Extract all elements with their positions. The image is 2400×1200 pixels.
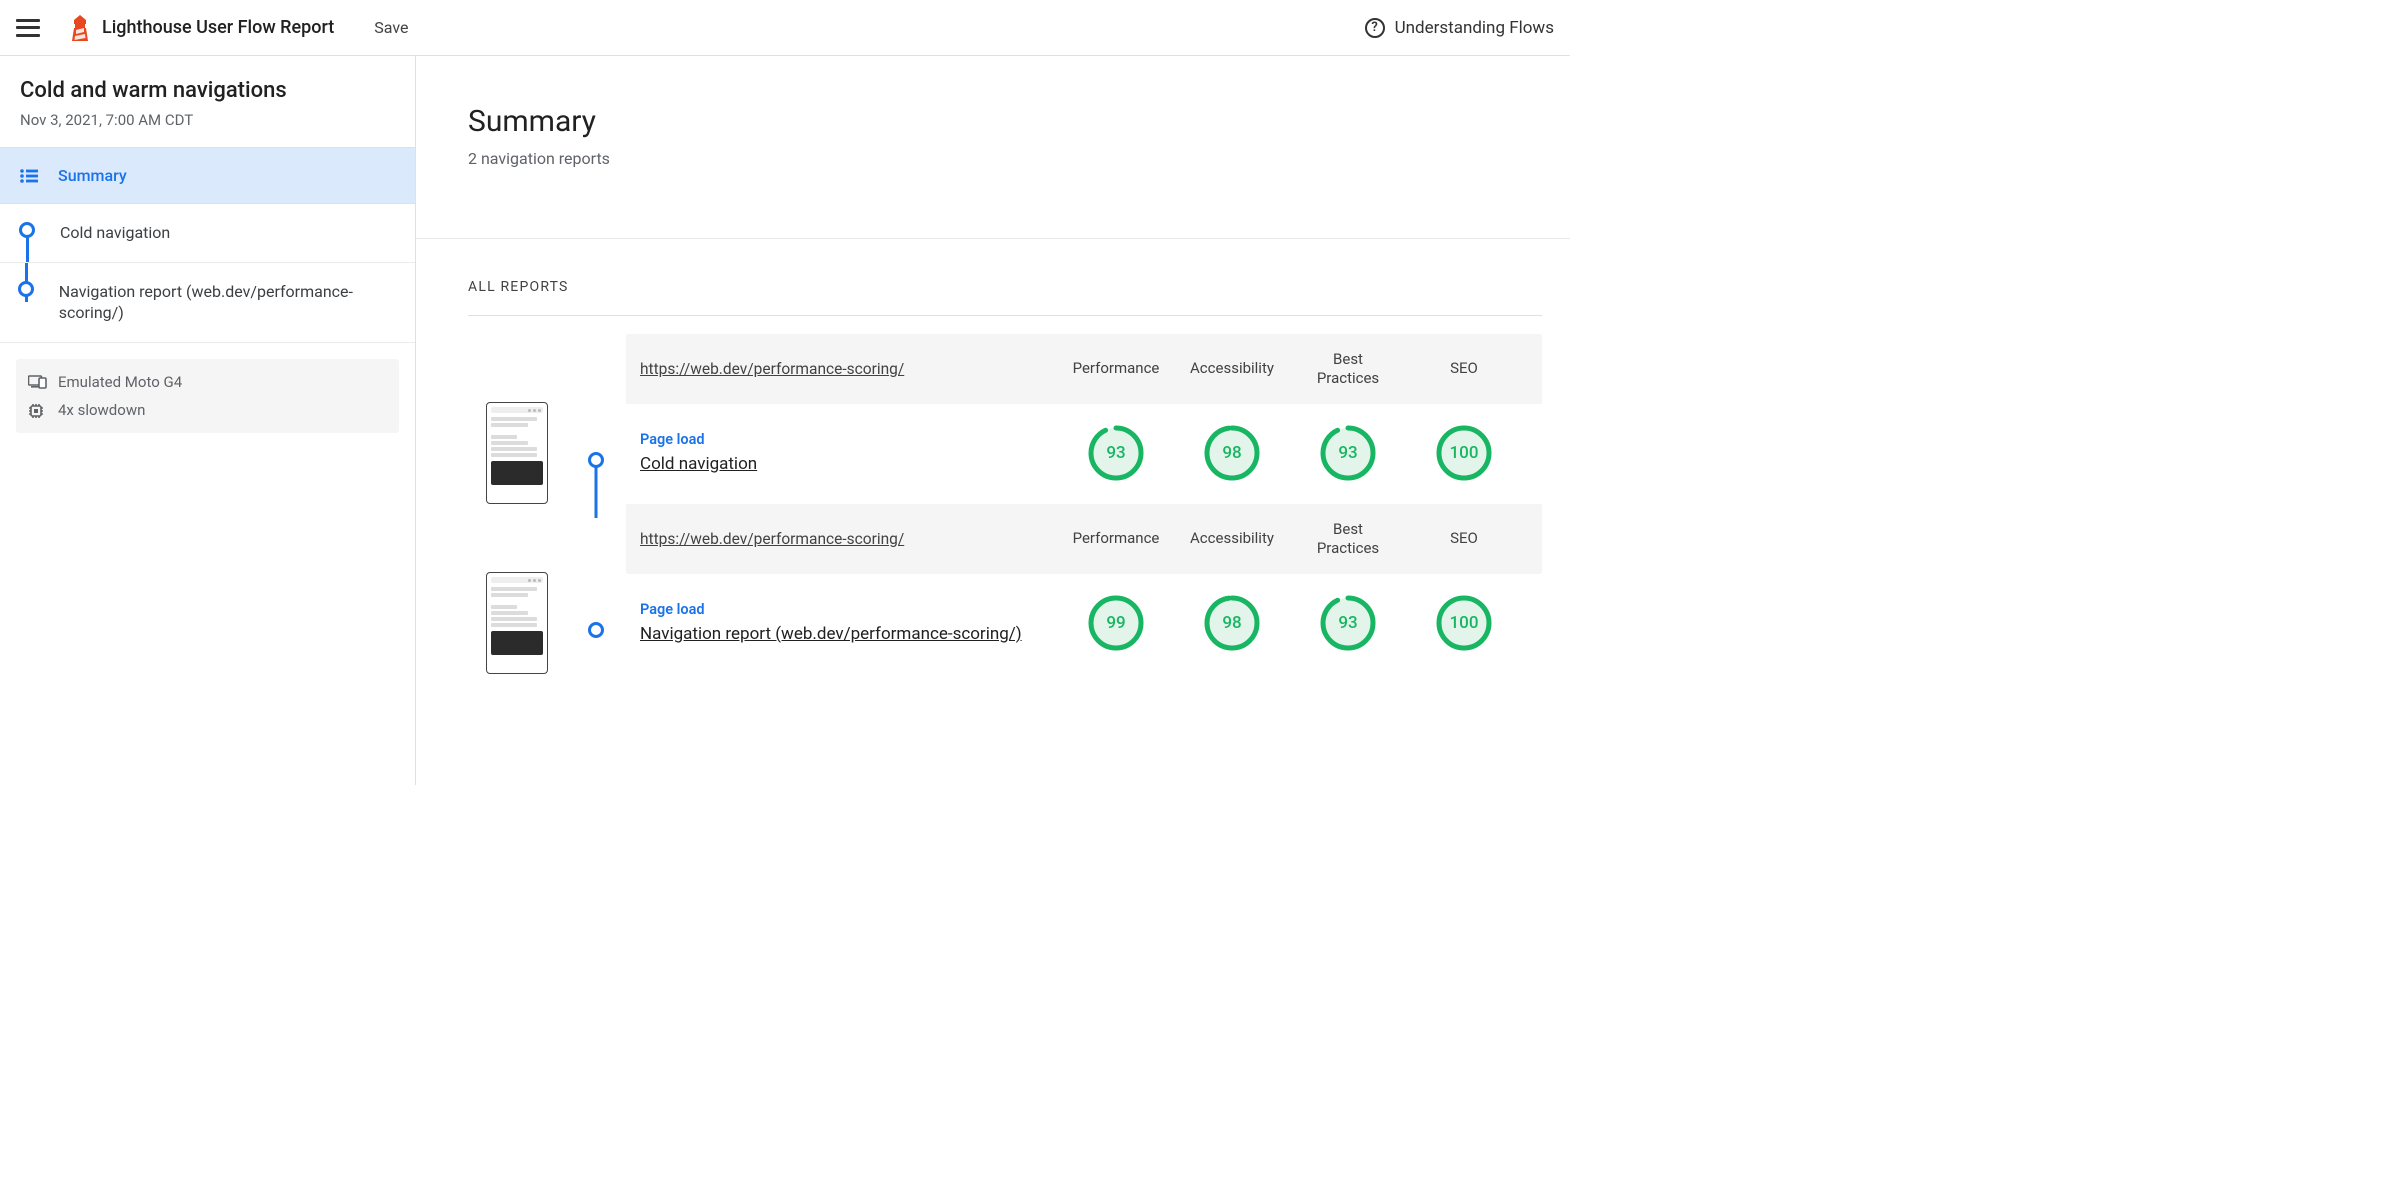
report-url-link[interactable]: https://web.dev/performance-scoring/ [640,360,1058,378]
category-header: BestPractices [1290,520,1406,558]
cpu-icon [28,403,46,417]
category-header: Accessibility [1174,359,1290,378]
page-subtitle: 2 navigation reports [468,149,1530,168]
score-gauge[interactable]: 100 [1406,424,1522,482]
lighthouse-logo-icon [70,15,90,41]
help-icon: ? [1365,18,1385,38]
meta-throttle: 4x slowdown [28,401,387,419]
step-node-icon [18,281,34,297]
score-value: 93 [1319,594,1377,652]
list-icon [20,169,38,183]
score-value: 100 [1435,424,1493,482]
sidebar-step-label: Cold navigation [60,222,170,244]
report-block: https://web.dev/performance-scoring/ Per… [468,504,1542,674]
main: Summary 2 navigation reports ALL REPORTS… [416,56,1570,785]
menu-icon[interactable] [16,19,40,37]
report-url-link[interactable]: https://web.dev/performance-scoring/ [640,530,1058,548]
report-header: https://web.dev/performance-scoring/ Per… [626,334,1542,404]
sidebar-step-label: Navigation report (web.dev/performance-s… [59,281,401,324]
score-gauge[interactable]: 98 [1174,594,1290,652]
sidebar-header: Cold and warm navigations Nov 3, 2021, 7… [0,56,415,147]
category-header: BestPractices [1290,350,1406,388]
divider [468,315,1542,316]
category-header: Performance [1058,529,1174,548]
flow-title: Cold and warm navigations [20,78,395,103]
score-gauge[interactable]: 93 [1058,424,1174,482]
sidebar-summary-tab[interactable]: Summary [0,147,415,204]
report-name-link[interactable]: Navigation report (web.dev/performance-s… [640,624,1058,644]
report-header: https://web.dev/performance-scoring/ Per… [626,504,1542,574]
sidebar-meta: Emulated Moto G4 4x slowdown [16,359,399,433]
report-name-link[interactable]: Cold navigation [640,454,1058,474]
all-reports-section: ALL REPORTS https://web.dev/performance-… [416,239,1570,674]
all-reports-heading: ALL REPORTS [468,279,1542,295]
score-value: 93 [1087,424,1145,482]
meta-device-label: Emulated Moto G4 [58,373,182,391]
sidebar-step[interactable]: Cold navigation [0,204,415,262]
screenshot-thumbnail [486,572,548,674]
sidebar-summary-label: Summary [58,166,127,185]
score-gauge[interactable]: 93 [1290,594,1406,652]
layout: Cold and warm navigations Nov 3, 2021, 7… [0,56,1570,785]
devices-icon [28,375,46,389]
score-value: 100 [1435,594,1493,652]
category-header: Performance [1058,359,1174,378]
page-title: Summary [468,104,1530,139]
score-gauge[interactable]: 99 [1058,594,1174,652]
step-node-icon [19,222,35,238]
timeline-node-icon [588,622,604,638]
sidebar-step[interactable]: Navigation report (web.dev/performance-s… [0,262,415,343]
report-block: https://web.dev/performance-scoring/ Per… [468,334,1542,504]
flow-date: Nov 3, 2021, 7:00 AM CDT [20,111,395,129]
meta-throttle-label: 4x slowdown [58,401,145,419]
score-value: 99 [1087,594,1145,652]
report-kind: Page load [640,431,1058,448]
report-row: Page load Cold navigation 93 98 [626,404,1542,504]
save-button[interactable]: Save [374,18,408,37]
score-value: 98 [1203,594,1261,652]
category-header: SEO [1406,359,1522,378]
topbar: Lighthouse User Flow Report Save ? Under… [0,0,1570,56]
report-row: Page load Navigation report (web.dev/per… [626,574,1542,674]
timeline-node-icon [588,452,604,468]
sidebar-steps: Cold navigation Navigation report (web.d… [0,204,415,343]
score-value: 93 [1319,424,1377,482]
score-gauge[interactable]: 98 [1174,424,1290,482]
screenshot-thumbnail [486,402,548,504]
score-gauge[interactable]: 93 [1290,424,1406,482]
app-title: Lighthouse User Flow Report [102,17,334,38]
sidebar: Cold and warm navigations Nov 3, 2021, 7… [0,56,416,785]
help-link[interactable]: ? Understanding Flows [1365,18,1554,38]
score-gauge[interactable]: 100 [1406,594,1522,652]
category-header: SEO [1406,529,1522,548]
category-header: Accessibility [1174,529,1290,548]
meta-device: Emulated Moto G4 [28,373,387,391]
score-value: 98 [1203,424,1261,482]
report-kind: Page load [640,601,1058,618]
help-label: Understanding Flows [1395,18,1554,38]
